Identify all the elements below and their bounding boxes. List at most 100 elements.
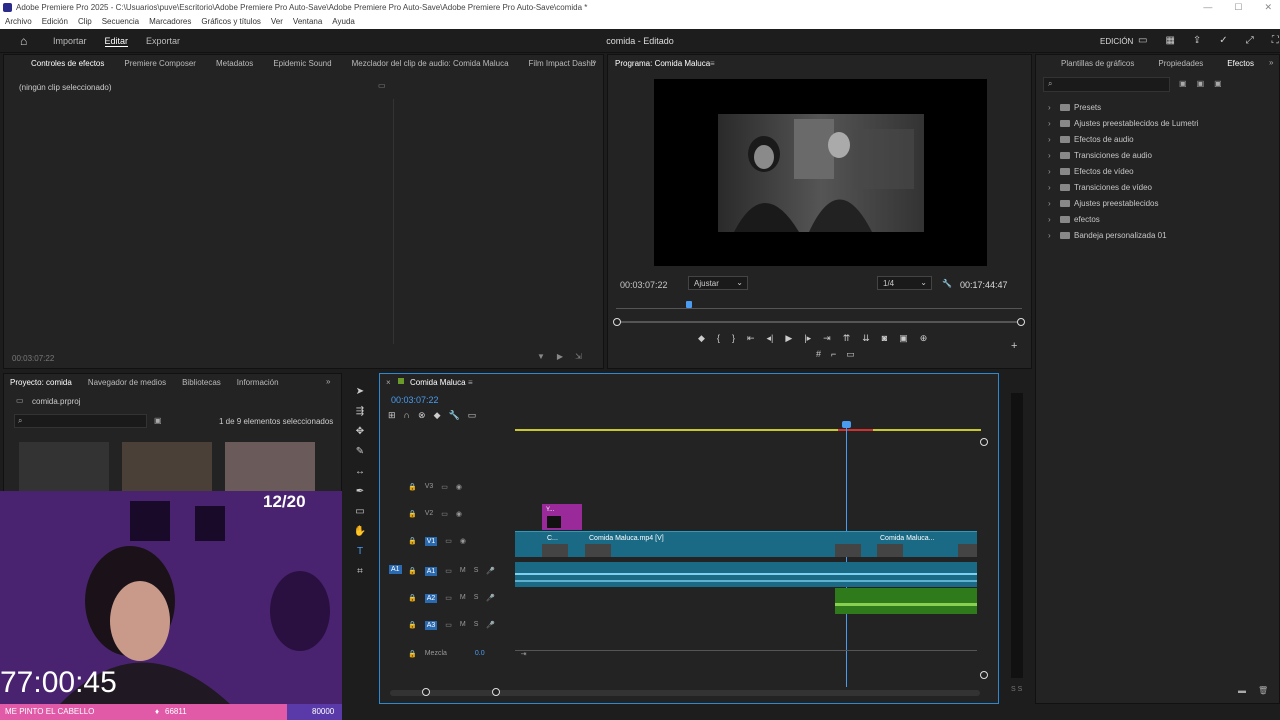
tab-effect-controls[interactable]: Controles de efectos — [31, 55, 104, 73]
mark-in-icon[interactable]: { — [717, 333, 720, 344]
go-out-icon[interactable]: ⇥ — [823, 333, 831, 344]
clip-a2[interactable] — [835, 588, 977, 614]
yuv-icon[interactable]: ▣ — [1214, 79, 1222, 88]
compare-icon[interactable]: ▣ — [899, 333, 908, 344]
grid-overlay-icon[interactable]: # — [816, 349, 821, 360]
tree-efectos[interactable]: › efectos — [1048, 212, 1199, 228]
tree-video-transitions[interactable]: › Transiciones de vídeo — [1048, 180, 1199, 196]
lock-icon[interactable]: 🔒 — [408, 567, 417, 576]
step-forward-icon[interactable]: |▸ — [804, 333, 811, 344]
timeline-ruler[interactable] — [515, 412, 981, 430]
tree-presets-2[interactable]: › Ajustes preestablecidos — [1048, 196, 1199, 212]
video-frame[interactable] — [654, 79, 987, 266]
razor-icon[interactable]: ✎ — [356, 446, 364, 457]
zoom-bar[interactable] — [616, 321, 1022, 323]
more-project-icon[interactable]: » — [326, 377, 330, 386]
tab-audio-mixer[interactable]: Mezclador del clip de audio: Comida Malu… — [352, 55, 509, 73]
thumbnail-2[interactable] — [122, 442, 212, 492]
sync-icon[interactable]: ▭ — [445, 594, 452, 603]
thumbnail-1[interactable] — [19, 442, 109, 492]
rectangle-icon[interactable]: ▭ — [355, 506, 364, 517]
frame-icon[interactable]: ▭ — [846, 349, 855, 360]
lock-icon[interactable]: 🔒 — [408, 483, 417, 491]
lift-icon[interactable]: ⇈ — [843, 333, 851, 344]
lock-icon[interactable]: 🔒 — [408, 594, 417, 603]
linked-icon[interactable]: ⊗ — [418, 410, 426, 421]
menu-clip[interactable]: Clip — [78, 15, 92, 29]
hand-icon[interactable]: ✋ — [354, 526, 366, 537]
tab-effects[interactable]: Efectos — [1227, 55, 1254, 73]
tab-film-impact[interactable]: Film Impact Dashb — [529, 55, 596, 73]
grid-icon[interactable]: ▦ — [1165, 35, 1174, 46]
play-only-icon[interactable]: ▶ — [557, 352, 563, 361]
lock-icon[interactable]: 🔒 — [408, 621, 417, 630]
more-icon[interactable]: » — [1269, 58, 1273, 67]
menu-ventana[interactable]: Ventana — [293, 15, 322, 29]
menu-ver[interactable]: Ver — [271, 15, 283, 29]
project-search-input[interactable]: ⌕ — [14, 414, 147, 428]
playhead[interactable] — [686, 301, 692, 308]
new-bin-icon[interactable]: ▬ — [1238, 686, 1246, 695]
eye-icon[interactable]: ◉ — [456, 483, 462, 491]
clip-v2[interactable]: Y... — [542, 504, 582, 530]
step-back-icon[interactable]: ◂| — [767, 333, 774, 344]
mic-icon[interactable]: 🎤 — [486, 567, 495, 576]
menu-marcadores[interactable]: Marcadores — [149, 15, 191, 29]
wrench-icon[interactable]: 🔧 — [942, 279, 952, 288]
tree-audio-transitions[interactable]: › Transiciones de audio — [1048, 148, 1199, 164]
maximize-icon[interactable]: ☐ — [1234, 0, 1242, 15]
tab-media-browser[interactable]: Navegador de medios — [88, 374, 166, 392]
pen-icon[interactable]: ✒ — [356, 486, 364, 497]
minimize-icon[interactable]: — — [1203, 0, 1212, 15]
timeline-scrollbar[interactable] — [390, 690, 980, 696]
mic-icon[interactable]: 🎤 — [486, 594, 495, 603]
mark-out-icon[interactable]: } — [732, 333, 735, 344]
menu-edicion[interactable]: Edición — [42, 15, 68, 29]
clip-a1[interactable] — [515, 562, 977, 587]
menu-graficos[interactable]: Gráficos y títulos — [201, 15, 261, 29]
panel-toggle-icon[interactable]: ▭ — [378, 81, 386, 90]
sync-icon[interactable]: ▭ — [441, 483, 448, 491]
tab-project[interactable]: Proyecto: comida — [10, 374, 72, 392]
seq-menu-icon[interactable]: ≡ — [468, 378, 473, 387]
menu-ayuda[interactable]: Ayuda — [332, 15, 355, 29]
source-a1[interactable]: A1 — [389, 565, 402, 574]
type-tool-icon[interactable]: T — [357, 546, 363, 557]
thumbnail-3[interactable] — [225, 442, 315, 492]
nest-icon[interactable]: ⊞ — [388, 410, 396, 421]
filter-icon[interactable]: ▼ — [537, 352, 545, 361]
fullscreen-icon[interactable]: ⛶ — [1272, 35, 1279, 46]
clip-v1[interactable]: C... Comida Maluca.mp4 [V] Comida Maluca… — [515, 531, 977, 557]
add-marker-icon[interactable]: ◆ — [434, 410, 441, 421]
share-icon[interactable]: ⇪ — [1193, 35, 1201, 46]
eye-icon[interactable]: ◉ — [456, 510, 462, 518]
tab-libraries[interactable]: Bibliotecas — [182, 374, 221, 392]
sync-icon[interactable]: ▭ — [445, 567, 452, 576]
sync-icon[interactable]: ▭ — [445, 537, 452, 546]
tree-audio-effects[interactable]: › Efectos de audio — [1048, 132, 1199, 148]
ripple-edit-icon[interactable]: ✥ — [356, 426, 364, 437]
menu-icon[interactable]: ≡ — [710, 59, 715, 68]
work-area-bar[interactable] — [515, 429, 981, 431]
track-select-icon[interactable]: ⇶ — [356, 406, 364, 417]
32bit-icon[interactable]: ▣ — [1197, 79, 1205, 88]
play-icon[interactable]: ▶ — [785, 333, 792, 344]
menu-archivo[interactable]: Archivo — [5, 15, 32, 29]
captions-icon[interactable]: ▭ — [468, 410, 477, 421]
tab-premiere-composer[interactable]: Premiere Composer — [124, 55, 196, 73]
tab-epidemic[interactable]: Epidemic Sound — [273, 55, 331, 73]
camera-icon[interactable]: ◙ — [882, 333, 887, 344]
add-button-icon[interactable]: + — [1011, 340, 1017, 352]
sync-icon[interactable]: ▭ — [445, 621, 452, 630]
extract-icon[interactable]: ⇊ — [862, 333, 870, 344]
more-tabs-icon[interactable]: » — [592, 57, 596, 66]
marker-icon[interactable]: ◆ — [698, 333, 705, 344]
tab-graphics-templates[interactable]: Plantillas de gráficos — [1061, 55, 1134, 73]
sequence-title[interactable]: Comida Maluca — [410, 378, 466, 387]
check-icon[interactable]: ✓ — [1219, 35, 1227, 46]
lock-icon[interactable]: 🔒 — [408, 537, 417, 546]
export-icon[interactable]: ⇲ — [575, 352, 582, 361]
lock-icon[interactable]: 🔒 — [408, 510, 417, 518]
snap-icon[interactable]: ∩ — [404, 410, 410, 421]
resolution-dropdown[interactable]: 1/4 ⌄ — [877, 276, 932, 290]
